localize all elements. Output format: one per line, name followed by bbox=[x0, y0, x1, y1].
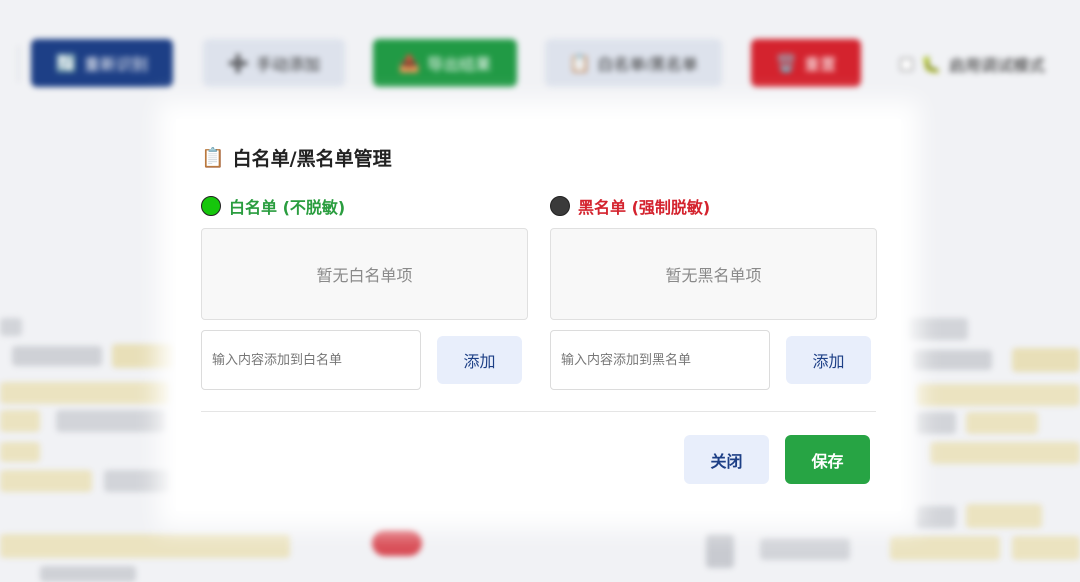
dialog-title-text: 白名单/黑名单管理 bbox=[232, 147, 392, 170]
whitelist-blacklist-button[interactable]: 📋 白名单/黑名单 bbox=[545, 39, 722, 87]
bg-highlight-block bbox=[916, 384, 1080, 406]
bg-highlight-block bbox=[890, 536, 1000, 560]
blacklist-header: 黑名单 (强制脱敏) bbox=[550, 193, 877, 219]
green-circle-icon bbox=[201, 196, 221, 216]
bg-text-block bbox=[916, 412, 956, 434]
reset-label: 重置 bbox=[804, 57, 837, 74]
bg-text-block bbox=[760, 538, 850, 560]
bg-highlight-block bbox=[930, 442, 1080, 464]
whitelist-title: 白名单 (不脱敏) bbox=[229, 198, 346, 217]
whitelist-add-row: 添加 bbox=[201, 330, 528, 390]
trash-icon: 🗑️ bbox=[775, 53, 798, 73]
black-circle-icon bbox=[550, 196, 570, 216]
whitelist-section: 白名单 (不脱敏) 暂无白名单项 添加 bbox=[201, 193, 528, 390]
whitelist-items-list: 暂无白名单项 bbox=[201, 228, 528, 320]
bug-icon: 🐛 bbox=[921, 54, 941, 74]
clipboard-icon: 📋 bbox=[201, 146, 225, 169]
bg-highlight-block bbox=[1012, 348, 1080, 372]
bg-icon-block bbox=[706, 534, 734, 568]
bg-badge-block bbox=[372, 530, 422, 556]
manual-add-label: 手动添加 bbox=[256, 57, 321, 74]
bg-text-block bbox=[40, 566, 136, 582]
blacklist-add-row: 添加 bbox=[550, 330, 877, 390]
reidentify-button[interactable]: 🔄 重新识别 bbox=[31, 39, 173, 87]
app-stage: 🔄 重新识别 ➕ 手动添加 📤 导出结果 📋 白名单/黑名单 🗑️ 重置 🐛 启… bbox=[0, 0, 1080, 582]
whitelist-add-button[interactable]: 添加 bbox=[437, 336, 522, 384]
blacklist-input[interactable] bbox=[550, 330, 770, 390]
dialog-divider bbox=[201, 411, 876, 412]
bg-text-block bbox=[12, 346, 102, 366]
bg-text-block bbox=[908, 318, 968, 340]
bg-highlight-block bbox=[0, 470, 92, 492]
bg-highlight-block bbox=[966, 504, 1042, 528]
blacklist-empty-text: 暂无黑名单项 bbox=[665, 266, 762, 285]
reset-button[interactable]: 🗑️ 重置 bbox=[751, 39, 861, 87]
blacklist-title: 黑名单 (强制脱敏) bbox=[578, 198, 711, 217]
plus-icon: ➕ bbox=[227, 53, 250, 73]
bg-highlight-block bbox=[0, 382, 170, 404]
export-button[interactable]: 📤 导出结果 bbox=[373, 39, 517, 87]
bg-highlight-block bbox=[0, 534, 290, 558]
blacklist-add-button[interactable]: 添加 bbox=[786, 336, 871, 384]
save-button[interactable]: 保存 bbox=[785, 435, 870, 484]
dialog-title: 📋 白名单/黑名单管理 bbox=[201, 143, 392, 171]
debug-mode-toggle[interactable]: 🐛 启用调试模式 bbox=[900, 52, 1045, 76]
whitelist-blacklist-label: 白名单/黑名单 bbox=[597, 57, 698, 74]
bg-highlight-block bbox=[1012, 536, 1080, 560]
bg-text-block bbox=[916, 506, 956, 528]
bg-text-block bbox=[104, 470, 170, 492]
whitelist-header: 白名单 (不脱敏) bbox=[201, 193, 528, 219]
bg-text-block bbox=[56, 410, 166, 432]
bg-highlight-block bbox=[0, 410, 40, 432]
blacklist-items-list: 暂无黑名单项 bbox=[550, 228, 877, 320]
close-button[interactable]: 关闭 bbox=[684, 435, 769, 484]
dialog-actions: 关闭 保存 bbox=[684, 435, 870, 484]
bg-text-block bbox=[912, 350, 992, 370]
export-icon: 📤 bbox=[398, 53, 421, 73]
reidentify-label: 重新识别 bbox=[84, 57, 149, 74]
export-label: 导出结果 bbox=[427, 57, 492, 74]
clipboard-icon: 📋 bbox=[569, 53, 591, 73]
bg-highlight-block bbox=[966, 412, 1038, 434]
refresh-icon: 🔄 bbox=[55, 53, 78, 73]
debug-checkbox[interactable] bbox=[900, 57, 913, 71]
whitelist-blacklist-dialog: 📋 白名单/黑名单管理 白名单 (不脱敏) 暂无白名单项 添加 黑名单 (强制脱… bbox=[176, 119, 901, 511]
bg-highlight-block bbox=[0, 442, 40, 462]
whitelist-empty-text: 暂无白名单项 bbox=[316, 266, 413, 285]
toolbar-divider bbox=[18, 46, 19, 82]
blacklist-section: 黑名单 (强制脱敏) 暂无黑名单项 添加 bbox=[550, 193, 877, 390]
manual-add-button[interactable]: ➕ 手动添加 bbox=[203, 39, 345, 87]
whitelist-input[interactable] bbox=[201, 330, 421, 390]
debug-mode-label: 启用调试模式 bbox=[948, 56, 1045, 75]
bg-highlight-block bbox=[112, 344, 174, 368]
bg-text-block bbox=[0, 318, 22, 336]
